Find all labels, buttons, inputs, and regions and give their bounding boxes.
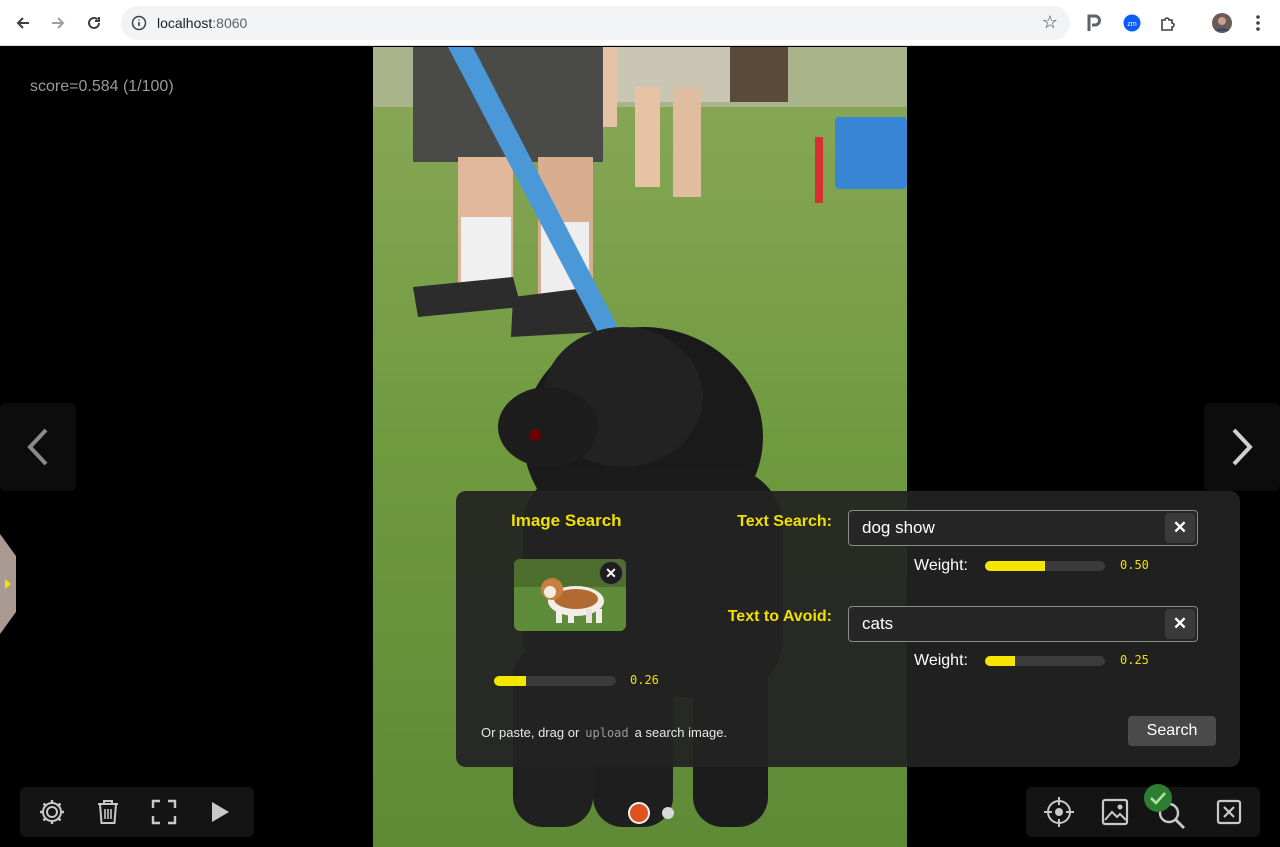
text-avoid-label: Text to Avoid: xyxy=(727,608,832,625)
active-slide-dot[interactable] xyxy=(628,802,650,824)
upload-link[interactable]: upload xyxy=(585,726,628,740)
fullscreen-icon[interactable] xyxy=(146,794,182,830)
next-image-button[interactable] xyxy=(1204,403,1280,491)
image-viewer: score=0.584 (1/100) Image Search ✕ 0.26 … xyxy=(0,47,1280,847)
close-box-icon[interactable] xyxy=(1211,794,1247,830)
play-icon[interactable] xyxy=(202,794,238,830)
text-avoid-input[interactable] xyxy=(849,607,1167,641)
text-avoid-field[interactable]: ✕ xyxy=(848,606,1198,642)
text-search-weight-slider[interactable] xyxy=(985,561,1105,571)
reload-icon[interactable] xyxy=(79,8,109,38)
text-avoid-weight-slider[interactable] xyxy=(985,656,1105,666)
paste-instructions: Or paste, drag or upload a search image. xyxy=(481,725,727,740)
remove-image-button[interactable]: ✕ xyxy=(599,561,623,585)
url-text: localhost:8060 xyxy=(157,15,248,31)
clear-text-search-button[interactable]: ✕ xyxy=(1165,513,1195,543)
score-readout: score=0.584 (1/100) xyxy=(30,78,174,95)
search-panel: Image Search ✕ 0.26 Or paste, drag or upl… xyxy=(456,491,1240,767)
menu-dots-icon[interactable] xyxy=(1246,11,1270,35)
image-weight-value: 0.26 xyxy=(630,673,659,687)
svg-text:zm: zm xyxy=(1127,21,1137,28)
check-badge-icon xyxy=(1144,784,1172,812)
text-avoid-weight-value: 0.25 xyxy=(1120,653,1149,667)
paste-suffix: a search image. xyxy=(634,725,728,740)
profile-avatar[interactable] xyxy=(1210,11,1234,35)
back-icon[interactable] xyxy=(8,8,38,38)
text-search-input[interactable] xyxy=(849,511,1167,545)
gear-icon[interactable] xyxy=(34,794,70,830)
address-bar[interactable]: localhost:8060 ☆ xyxy=(121,6,1070,40)
forward-icon[interactable] xyxy=(43,8,73,38)
chevron-left-icon xyxy=(27,428,48,466)
text-search-label: Text Search: xyxy=(737,513,832,530)
text-search-weight-fill xyxy=(985,561,1045,571)
text-avoid-weight-fill xyxy=(985,656,1015,666)
text-search-weight-value: 0.50 xyxy=(1120,558,1149,572)
right-toolbar xyxy=(1026,784,1260,837)
bookmark-star-icon[interactable]: ☆ xyxy=(1042,12,1058,33)
image-weight-slider[interactable] xyxy=(494,676,616,686)
browser-toolbar: localhost:8060 ☆ zm xyxy=(0,0,1280,46)
text-search-weight-label: Weight: xyxy=(914,557,968,574)
image-icon[interactable] xyxy=(1097,794,1133,830)
text-avoid-weight-label: Weight: xyxy=(914,652,968,669)
extension-zoom-icon[interactable]: zm xyxy=(1120,11,1144,35)
search-button[interactable]: Search xyxy=(1128,716,1216,746)
slide-dot[interactable] xyxy=(662,807,674,819)
left-toolbar xyxy=(20,787,254,837)
text-search-field[interactable]: ✕ xyxy=(848,510,1198,546)
clear-text-avoid-button[interactable]: ✕ xyxy=(1165,609,1195,639)
image-search-title: Image Search xyxy=(511,511,622,530)
extensions-puzzle-icon[interactable] xyxy=(1156,11,1180,35)
drawer-toggle[interactable] xyxy=(0,534,16,634)
chevron-right-icon xyxy=(1232,428,1253,466)
crosshair-icon[interactable] xyxy=(1041,794,1077,830)
image-weight-fill xyxy=(494,676,526,686)
paste-prefix: Or paste, drag or xyxy=(481,725,580,740)
slide-indicator xyxy=(580,796,700,830)
site-info-icon[interactable] xyxy=(129,13,149,33)
previous-image-button[interactable] xyxy=(0,403,76,491)
extension-p-icon[interactable] xyxy=(1082,11,1106,35)
trash-icon[interactable] xyxy=(90,794,126,830)
